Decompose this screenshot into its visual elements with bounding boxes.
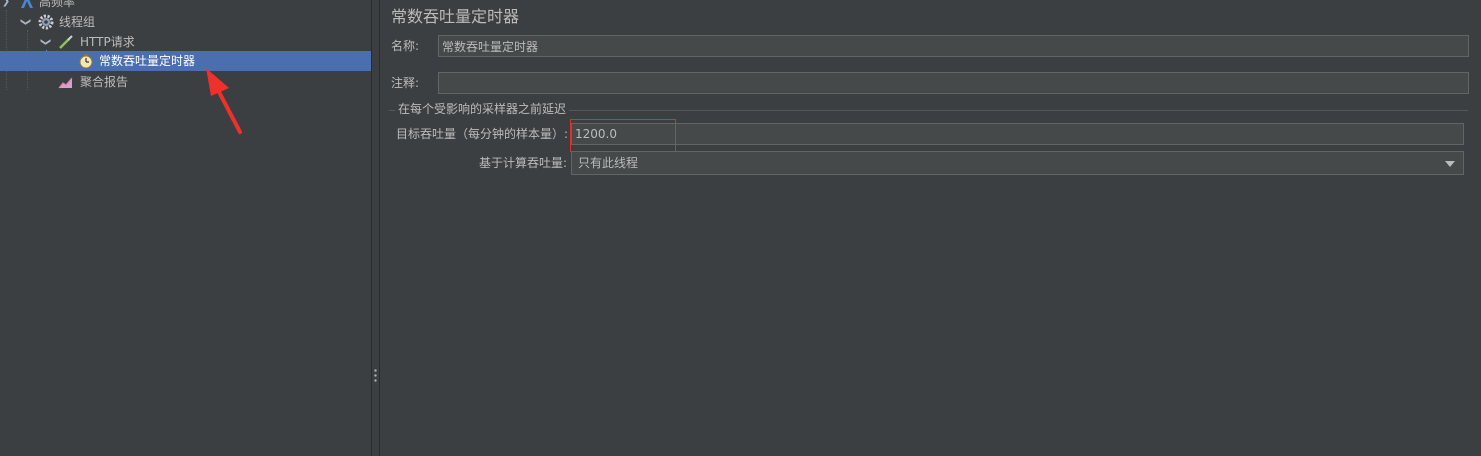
http-sampler-pipette-icon	[58, 34, 74, 50]
calc-throughput-select[interactable]: 只有此线程	[571, 151, 1464, 175]
chevron-down-icon[interactable]: ❯	[15, 16, 35, 28]
dropdown-arrow-icon[interactable]	[1445, 161, 1455, 167]
chevron-down-icon[interactable]: ❯	[0, 0, 12, 12]
thread-group-gear-icon	[38, 14, 54, 30]
chevron-down-icon[interactable]: ❯	[35, 36, 55, 48]
name-field[interactable]	[438, 35, 1469, 57]
comment-field[interactable]	[438, 72, 1469, 94]
target-throughput-field[interactable]	[571, 123, 1464, 145]
page-title: 常数吞吐量定时器	[391, 7, 520, 26]
test-plan-tree: ❯ 高频率 ❯ 线程组 ❯ HTTP请求 常数吞吐量定时器 聚合报告	[0, 0, 371, 456]
target-throughput-label: 目标吞吐量（每分钟的样本量）:	[396, 127, 569, 141]
tree-item-label: 常数吞吐量定时器	[99, 54, 196, 68]
tree-item-label: 高频率	[39, 0, 76, 9]
tree-item-label: HTTP请求	[80, 35, 135, 49]
tree-item-label: 线程组	[59, 15, 96, 29]
splitter-grip-icon[interactable]	[374, 368, 377, 382]
tree-item-label: 聚合报告	[80, 75, 129, 89]
section-title: 在每个受影响的采样器之前延迟	[395, 101, 570, 117]
split-pane-divider[interactable]	[371, 0, 380, 456]
calc-throughput-value: 只有此线程	[578, 156, 639, 170]
test-plan-icon	[19, 0, 35, 10]
timer-config-panel: 常数吞吐量定时器 名称: 注释: 在每个受影响的采样器之前延迟 目标吞吐量（每分…	[381, 0, 1481, 456]
comment-label: 注释:	[391, 76, 420, 90]
aggregate-report-chart-icon	[58, 74, 74, 90]
tree-item-thread-group[interactable]: ❯ 线程组	[0, 12, 371, 32]
tree-item-constant-throughput-timer[interactable]: 常数吞吐量定时器	[0, 51, 371, 71]
name-label: 名称:	[391, 39, 420, 53]
tree-item-aggregate-report[interactable]: 聚合报告	[0, 72, 371, 92]
calc-throughput-label: 基于计算吞吐量:	[479, 156, 568, 170]
tree-item-http-request[interactable]: ❯ HTTP请求	[0, 32, 371, 52]
tree-item-test-plan[interactable]: ❯ 高频率	[0, 0, 371, 12]
timer-stopwatch-icon	[78, 53, 94, 69]
